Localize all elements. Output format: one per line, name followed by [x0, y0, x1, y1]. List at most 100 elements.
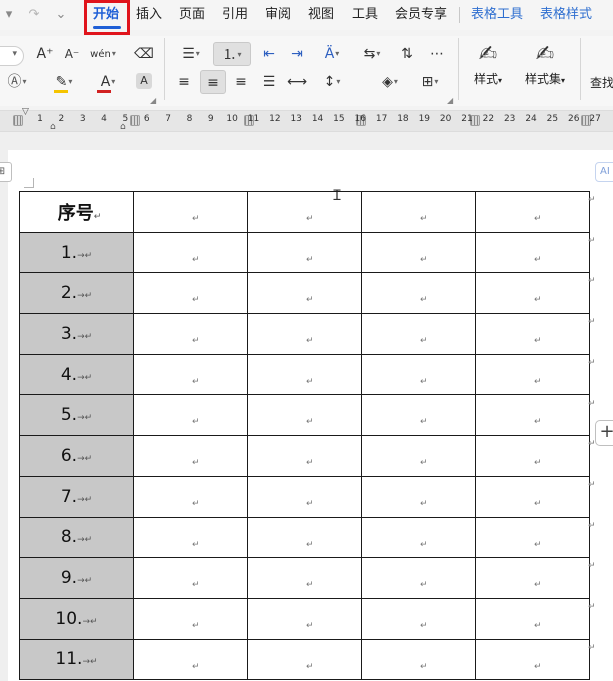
empty-cell[interactable]: ↵: [475, 475, 590, 518]
empty-cell[interactable]: ↵: [361, 394, 476, 437]
paragraph-dialog-launcher-icon[interactable]: ◢: [447, 96, 453, 105]
first-line-indent-marker[interactable]: ▽: [22, 107, 29, 117]
empty-cell[interactable]: ↵: [361, 597, 476, 640]
increase-indent-button[interactable]: ⇥: [285, 42, 309, 66]
sort-button[interactable]: ⇅: [395, 42, 419, 66]
tab-member[interactable]: 会员专享: [395, 0, 447, 30]
empty-cell[interactable]: ↵: [475, 516, 590, 559]
empty-cell[interactable]: ↵: [361, 272, 476, 315]
shrink-font-button[interactable]: A⁻: [60, 42, 84, 66]
empty-cell[interactable]: ↵: [361, 191, 476, 233]
empty-cell[interactable]: ↵: [133, 191, 248, 233]
empty-cell[interactable]: ↵: [247, 638, 362, 681]
empty-cell[interactable]: ↵: [133, 638, 248, 681]
empty-cell[interactable]: ↵: [133, 313, 248, 355]
empty-cell[interactable]: ↵: [133, 272, 248, 315]
empty-cell[interactable]: ↵: [133, 597, 248, 640]
horizontal-ruler[interactable]: ▽ ⌂ ⌂ 1 2 3 4 5 6 7 8 9 10 11 12 13 14 15 16 17 18 19 20 21 2…: [0, 107, 613, 132]
sequence-cell[interactable]: 1.→↵: [19, 231, 134, 274]
distributed-button[interactable]: ⟷: [285, 70, 309, 94]
empty-cell[interactable]: ↵: [247, 353, 362, 396]
sequence-cell[interactable]: 8.→↵: [19, 516, 134, 559]
ruler-column-marker[interactable]: [130, 115, 140, 126]
font-size-dropdown[interactable]: ▾: [0, 46, 24, 66]
justify-button[interactable]: ☰: [257, 70, 281, 94]
table-move-handle[interactable]: ⊞: [0, 162, 12, 182]
tab-view[interactable]: 视图: [308, 0, 334, 30]
style-set-button[interactable]: ✍ 样式集▾: [517, 40, 573, 87]
chevron-down-icon[interactable]: ▾: [0, 0, 18, 30]
empty-cell[interactable]: ↵: [361, 313, 476, 355]
empty-cell[interactable]: ↵: [475, 638, 590, 681]
font-dialog-launcher-icon[interactable]: ◢: [150, 96, 156, 105]
tab-tools[interactable]: 工具: [352, 0, 378, 30]
text-direction-button[interactable]: ⇆▾: [356, 42, 388, 66]
sequence-cell[interactable]: 11.→↵: [19, 638, 134, 681]
empty-cell[interactable]: ↵: [475, 557, 590, 599]
sequence-cell[interactable]: 2.→↵: [19, 272, 134, 315]
styles-button[interactable]: ✍ 样式▾: [466, 40, 510, 87]
empty-cell[interactable]: ↵: [247, 394, 362, 437]
empty-cell[interactable]: ↵: [475, 597, 590, 640]
align-left-button[interactable]: ≡: [172, 70, 196, 94]
empty-cell[interactable]: ↵: [361, 231, 476, 274]
empty-cell[interactable]: ↵: [361, 435, 476, 477]
sequence-header-cell[interactable]: 序号↵: [19, 191, 134, 233]
empty-cell[interactable]: ↵: [361, 638, 476, 681]
document-table[interactable]: 序号↵ ↵ ↵ ↵ ↵ 1.→↵ ↵ ↵ ↵ ↵ 2.→↵ ↵ ↵ ↵ ↵ 3.→↵ ↵ ↵ ↵ ↵ 4.→↵ ↵ ↵ ↵ ↵ 5…: [19, 191, 590, 681]
line-spacing-button[interactable]: ↕▾: [316, 70, 348, 94]
sequence-cell[interactable]: 6.→↵: [19, 435, 134, 477]
empty-cell[interactable]: ↵: [247, 516, 362, 559]
empty-cell[interactable]: ↵: [247, 272, 362, 315]
bullets-button[interactable]: ☰▾: [175, 42, 207, 66]
align-center-button[interactable]: ≡: [200, 70, 226, 94]
empty-cell[interactable]: ↵: [475, 435, 590, 477]
empty-cell[interactable]: ↵: [133, 231, 248, 274]
empty-cell[interactable]: ↵: [247, 313, 362, 355]
phonetic-guide-button[interactable]: wén▾: [88, 42, 118, 66]
sequence-cell[interactable]: 9.→↵: [19, 557, 134, 599]
empty-cell[interactable]: ↵: [475, 394, 590, 437]
tab-table-tools[interactable]: 表格工具: [471, 0, 523, 30]
tab-insert[interactable]: 插入: [136, 0, 162, 30]
show-marks-button[interactable]: ⋯: [424, 42, 450, 66]
empty-cell[interactable]: ↵: [247, 557, 362, 599]
shading-button[interactable]: ◈▾: [374, 70, 406, 94]
font-color-button[interactable]: A▾: [92, 70, 124, 94]
sequence-cell[interactable]: 10.→↵: [19, 597, 134, 640]
borders-button[interactable]: ⊞▾: [414, 70, 446, 94]
empty-cell[interactable]: ↵: [133, 557, 248, 599]
empty-cell[interactable]: ↵: [361, 475, 476, 518]
empty-cell[interactable]: ↵: [475, 231, 590, 274]
grow-font-button[interactable]: A⁺: [34, 42, 56, 66]
sequence-cell[interactable]: 5.→↵: [19, 394, 134, 437]
hanging-indent-marker[interactable]: ⌂: [50, 122, 56, 132]
empty-cell[interactable]: ↵: [133, 475, 248, 518]
tab-references[interactable]: 引用: [222, 0, 248, 30]
find-button[interactable]: 查找: [590, 74, 613, 91]
numbering-button[interactable]: ⒈▾: [213, 42, 251, 66]
empty-cell[interactable]: ↵: [247, 435, 362, 477]
sequence-cell[interactable]: 4.→↵: [19, 353, 134, 396]
add-table-column-button[interactable]: +: [595, 420, 613, 446]
empty-cell[interactable]: ↵: [361, 353, 476, 396]
tab-table-style[interactable]: 表格样式: [540, 0, 592, 30]
ai-assistant-tab[interactable]: AI: [595, 162, 613, 182]
redo-icon[interactable]: ↷: [25, 0, 43, 30]
empty-cell[interactable]: ↵: [475, 191, 590, 233]
empty-cell[interactable]: ↵: [361, 516, 476, 559]
empty-cell[interactable]: ↵: [133, 353, 248, 396]
sequence-cell[interactable]: 3.→↵: [19, 313, 134, 355]
tab-page[interactable]: 页面: [179, 0, 205, 30]
empty-cell[interactable]: ↵: [247, 475, 362, 518]
highlight-color-button[interactable]: ✎▾: [48, 70, 80, 94]
empty-cell[interactable]: ↵: [133, 516, 248, 559]
empty-cell[interactable]: ↵: [247, 231, 362, 274]
empty-cell[interactable]: ↵: [475, 353, 590, 396]
more-commands-icon[interactable]: ⌄: [52, 0, 70, 30]
tab-review[interactable]: 审阅: [265, 0, 291, 30]
empty-cell[interactable]: ↵: [475, 272, 590, 315]
align-right-button[interactable]: ≡: [229, 70, 253, 94]
character-shading-button[interactable]: A: [136, 73, 152, 89]
decrease-indent-button[interactable]: ⇤: [257, 42, 281, 66]
